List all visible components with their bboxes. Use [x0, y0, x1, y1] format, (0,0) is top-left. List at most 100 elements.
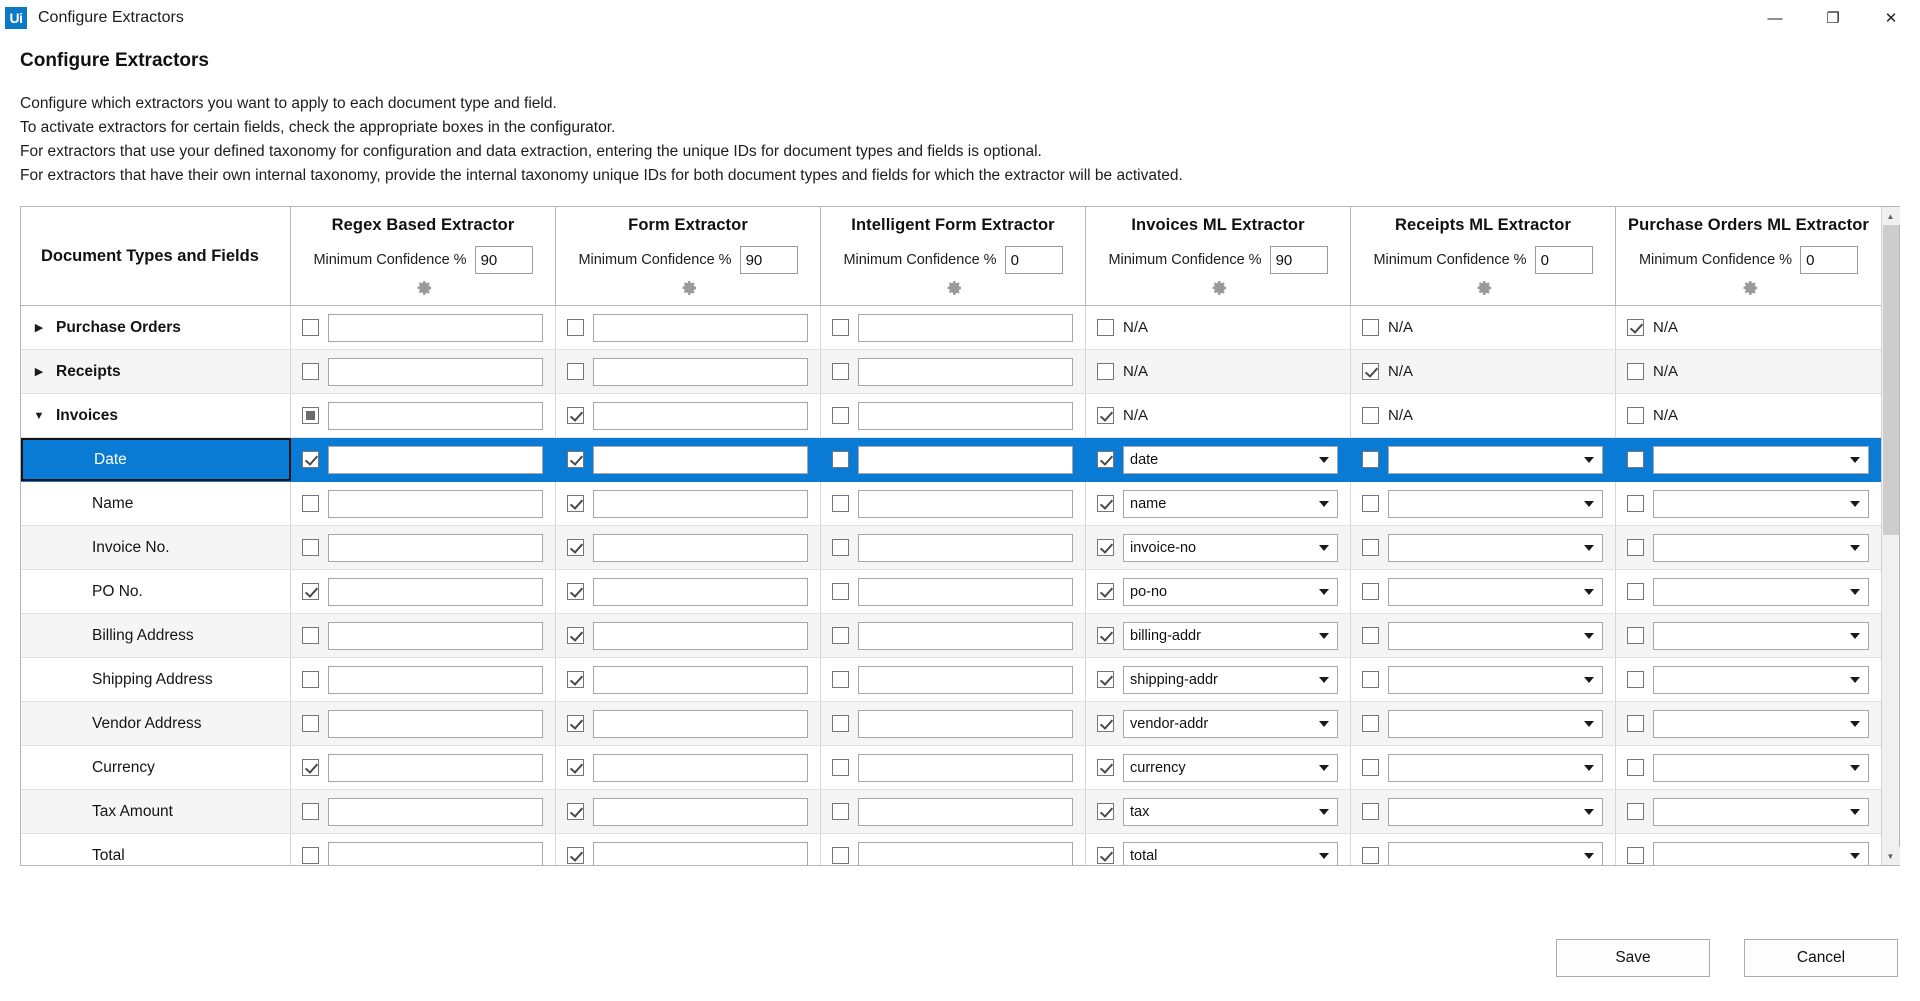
scrollbar-thumb[interactable] [1882, 225, 1899, 535]
enable-checkbox[interactable] [832, 363, 849, 380]
enable-checkbox[interactable] [567, 847, 584, 864]
taxonomy-id-input[interactable] [593, 357, 808, 386]
taxonomy-id-input[interactable] [593, 313, 808, 342]
enable-checkbox[interactable] [1627, 671, 1644, 688]
chevron-down-icon[interactable] [1850, 720, 1860, 727]
field-mapping-dropdown[interactable] [1388, 665, 1603, 694]
table-row[interactable]: Invoice No. invoice-no [21, 526, 1881, 570]
chevron-right-icon[interactable]: ▶ [21, 321, 47, 334]
taxonomy-id-input[interactable] [328, 313, 543, 342]
enable-checkbox[interactable] [1627, 583, 1644, 600]
field-mapping-dropdown[interactable] [1653, 841, 1869, 865]
enable-checkbox[interactable] [1362, 803, 1379, 820]
enable-checkbox[interactable] [567, 363, 584, 380]
taxonomy-id-input[interactable] [858, 709, 1073, 738]
chevron-down-icon[interactable] [1584, 808, 1594, 815]
taxonomy-id-input[interactable] [858, 841, 1073, 865]
settings-gear-button-5[interactable] [1739, 274, 1759, 298]
taxonomy-id-input[interactable] [593, 401, 808, 430]
enable-checkbox[interactable] [1362, 495, 1379, 512]
field-mapping-dropdown[interactable] [1388, 709, 1603, 738]
settings-gear-button-4[interactable] [1473, 274, 1493, 298]
scrollbar-track[interactable] [1882, 225, 1900, 847]
field-mapping-dropdown[interactable] [1388, 841, 1603, 865]
enable-checkbox[interactable] [832, 451, 849, 468]
taxonomy-id-input[interactable] [858, 533, 1073, 562]
chevron-down-icon[interactable] [1584, 500, 1594, 507]
field-mapping-dropdown[interactable]: invoice-no [1123, 533, 1338, 562]
chevron-down-icon[interactable] [1319, 500, 1329, 507]
table-row[interactable]: ▶ Purchase Orders N/A N/A N/A [21, 306, 1881, 350]
table-row[interactable]: Shipping Address shipping-addr [21, 658, 1881, 702]
enable-checkbox[interactable] [832, 539, 849, 556]
table-row[interactable]: ▼ Invoices N/A N/A N/A [21, 394, 1881, 438]
enable-checkbox[interactable] [1362, 847, 1379, 864]
enable-checkbox[interactable] [567, 583, 584, 600]
field-mapping-dropdown[interactable] [1653, 709, 1869, 738]
field-mapping-dropdown[interactable]: total [1123, 841, 1338, 865]
enable-checkbox[interactable] [1362, 451, 1379, 468]
taxonomy-id-input[interactable] [593, 841, 808, 865]
taxonomy-id-input[interactable] [328, 489, 543, 518]
taxonomy-id-input[interactable] [858, 665, 1073, 694]
enable-checkbox[interactable] [1097, 627, 1114, 644]
enable-checkbox[interactable] [1097, 847, 1114, 864]
table-row[interactable]: Vendor Address vendor-addr [21, 702, 1881, 746]
enable-checkbox[interactable] [1627, 715, 1644, 732]
taxonomy-id-input[interactable] [593, 533, 808, 562]
chevron-down-icon[interactable] [1319, 632, 1329, 639]
table-row[interactable]: Tax Amount tax [21, 790, 1881, 834]
enable-checkbox[interactable] [302, 539, 319, 556]
enable-checkbox[interactable] [832, 495, 849, 512]
enable-checkbox[interactable] [832, 759, 849, 776]
taxonomy-id-input[interactable] [858, 489, 1073, 518]
enable-checkbox[interactable] [1097, 319, 1114, 336]
enable-checkbox[interactable] [302, 495, 319, 512]
field-mapping-dropdown[interactable] [1388, 445, 1603, 474]
enable-checkbox[interactable] [567, 319, 584, 336]
enable-checkbox[interactable] [1097, 671, 1114, 688]
enable-checkbox[interactable] [302, 627, 319, 644]
enable-checkbox[interactable] [1627, 407, 1644, 424]
enable-checkbox[interactable] [567, 627, 584, 644]
enable-checkbox[interactable] [832, 715, 849, 732]
enable-checkbox[interactable] [302, 715, 319, 732]
taxonomy-id-input[interactable] [858, 621, 1073, 650]
enable-checkbox[interactable] [1362, 627, 1379, 644]
field-mapping-dropdown[interactable] [1388, 621, 1603, 650]
chevron-down-icon[interactable] [1584, 852, 1594, 859]
settings-gear-button-2[interactable] [943, 274, 963, 298]
field-mapping-dropdown[interactable] [1388, 489, 1603, 518]
gear-icon[interactable] [1473, 278, 1493, 298]
save-button[interactable]: Save [1556, 939, 1710, 977]
row-label-cell[interactable]: Currency [21, 746, 291, 789]
confidence-input-3[interactable] [1269, 246, 1328, 274]
row-label-cell[interactable]: ▶ Receipts [21, 350, 291, 393]
row-label-cell[interactable]: Name [21, 482, 291, 525]
gear-icon[interactable] [1739, 278, 1759, 298]
field-mapping-dropdown[interactable]: name [1123, 489, 1338, 518]
confidence-input-4[interactable] [1534, 246, 1593, 274]
enable-checkbox[interactable] [832, 847, 849, 864]
row-label-cell[interactable]: Billing Address [21, 614, 291, 657]
chevron-down-icon[interactable] [1319, 676, 1329, 683]
taxonomy-id-input[interactable] [328, 401, 543, 430]
enable-checkbox[interactable] [832, 803, 849, 820]
enable-checkbox[interactable] [1362, 715, 1379, 732]
taxonomy-id-input[interactable] [328, 445, 543, 474]
enable-checkbox[interactable] [567, 715, 584, 732]
field-mapping-dropdown[interactable] [1388, 753, 1603, 782]
table-row[interactable]: Name name [21, 482, 1881, 526]
enable-checkbox[interactable] [1097, 759, 1114, 776]
taxonomy-id-input[interactable] [858, 577, 1073, 606]
taxonomy-id-input[interactable] [593, 753, 808, 782]
confidence-input-0[interactable] [474, 246, 533, 274]
field-mapping-dropdown[interactable]: shipping-addr [1123, 665, 1338, 694]
chevron-down-icon[interactable] [1850, 808, 1860, 815]
table-row[interactable]: ▶ Receipts N/A N/A N/A [21, 350, 1881, 394]
enable-checkbox[interactable] [1097, 363, 1114, 380]
enable-checkbox[interactable] [1362, 583, 1379, 600]
field-mapping-dropdown[interactable] [1388, 797, 1603, 826]
enable-checkbox[interactable] [1627, 847, 1644, 864]
enable-checkbox[interactable] [302, 363, 319, 380]
